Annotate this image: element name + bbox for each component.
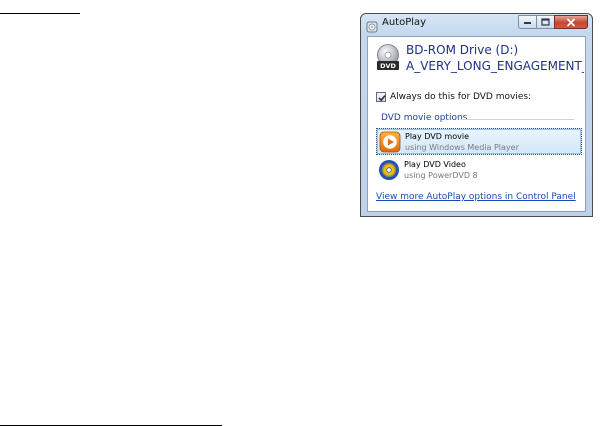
top-rule <box>0 13 80 14</box>
always-do-this-checkbox[interactable] <box>376 91 386 102</box>
checkmark-icon <box>378 94 386 101</box>
option-title: Play DVD movie <box>405 132 469 141</box>
option-title: Play DVD Video <box>404 160 466 169</box>
disc-label: A_VERY_LONG_ENGAGEMENT_DISC <box>406 59 584 73</box>
option-play-dvd-video[interactable]: Play DVD Video using PowerDVD 8 <box>376 157 582 184</box>
option-subtitle: using PowerDVD 8 <box>404 171 478 180</box>
close-icon <box>566 18 576 27</box>
window-title: AutoPlay <box>382 17 427 28</box>
option-play-dvd-movie[interactable]: Play DVD movie using Windows Media Playe… <box>376 128 582 155</box>
page: AutoPlay DVD BD-ROM Drive (D:) A_VERY_LO… <box>0 0 606 426</box>
drive-name: BD-ROM Drive (D:) <box>406 43 519 57</box>
section-divider <box>460 119 574 120</box>
autoplay-content: DVD BD-ROM Drive (D:) A_VERY_LONG_ENGAGE… <box>367 36 586 212</box>
autoplay-icon <box>366 18 378 33</box>
title-bar[interactable]: AutoPlay <box>361 14 592 34</box>
minimize-button[interactable] <box>518 15 537 29</box>
always-do-this-label: Always do this for DVD movies: <box>390 91 532 102</box>
maximize-button[interactable] <box>536 15 555 29</box>
close-button[interactable] <box>554 15 588 29</box>
autoplay-window: AutoPlay DVD BD-ROM Drive (D:) A_VERY_LO… <box>360 13 593 217</box>
caption-buttons <box>518 15 588 29</box>
control-panel-link[interactable]: View more AutoPlay options in Control Pa… <box>376 192 576 202</box>
powerdvd-icon <box>378 159 400 181</box>
section-header: DVD movie options <box>381 113 468 123</box>
minimize-icon <box>523 19 532 25</box>
dvd-logo-text: DVD <box>380 62 396 70</box>
maximize-icon <box>541 18 550 26</box>
windows-media-player-icon <box>379 131 401 153</box>
dvd-drive-icon: DVD <box>375 44 401 72</box>
option-subtitle: using Windows Media Player <box>405 143 519 152</box>
always-do-this-checkbox-row[interactable]: Always do this for DVD movies: <box>376 90 531 103</box>
